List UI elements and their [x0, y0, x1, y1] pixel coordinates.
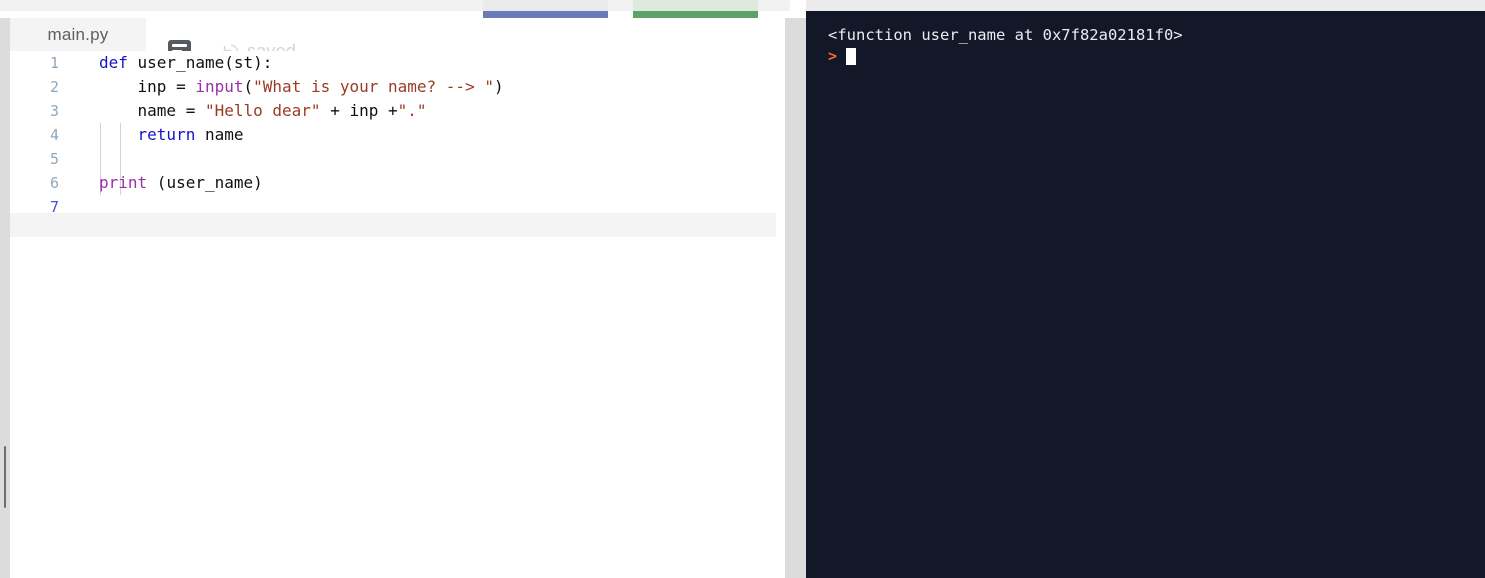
- ide-window: main.py saved 1 def user_name(st): 2: [0, 0, 1485, 578]
- code-token: name: [195, 125, 244, 144]
- code-token: def: [99, 53, 138, 72]
- code-line[interactable]: 2 inp = input("What is your name? --> "): [10, 75, 776, 99]
- code-token: return: [137, 125, 196, 144]
- code-token: input: [195, 77, 244, 96]
- prompt-chevron-icon: >: [828, 47, 838, 65]
- code-token: print: [99, 173, 148, 192]
- line-number: 6: [49, 174, 59, 192]
- left-rail: [0, 18, 10, 578]
- code-token: ".": [397, 101, 427, 120]
- console-pane[interactable]: <function user_name at 0x7f82a02181f0> >: [806, 11, 1485, 578]
- line-number: 1: [49, 54, 59, 72]
- toolbar-gap-a: [608, 0, 633, 11]
- code-line[interactable]: 3 name = "Hello dear" + inp +".": [10, 99, 776, 123]
- code-line[interactable]: 7: [10, 195, 776, 219]
- code-line[interactable]: 6 print (user_name): [10, 171, 776, 195]
- left-resize-handle[interactable]: [4, 446, 6, 508]
- line-number: 7: [49, 198, 59, 216]
- code-line-text: def user_name(st):: [99, 51, 272, 75]
- stop-button-cap: [633, 0, 758, 11]
- console-prompt-row[interactable]: >: [828, 46, 856, 67]
- code-line-text: return name: [99, 123, 244, 147]
- stop-button-bar: [633, 11, 758, 18]
- line-number: 4: [49, 126, 59, 144]
- code-line[interactable]: 4 return name: [10, 123, 776, 147]
- code-token: (user_name): [147, 173, 263, 192]
- console-output-text: <function user_name at 0x7f82a02181f0>: [828, 26, 1183, 44]
- editor-tab-bar: main.py saved: [10, 18, 776, 62]
- code-token: user_name(st):: [137, 53, 273, 72]
- code-line-text: print (user_name): [99, 171, 263, 195]
- run-button-bar: [483, 11, 608, 18]
- code-token: name =: [99, 101, 205, 120]
- run-button-cap: [483, 0, 608, 11]
- run-button[interactable]: [483, 0, 608, 18]
- code-token: "Hello dear": [204, 101, 321, 120]
- format-line-1: [172, 44, 187, 47]
- pane-divider: [785, 18, 806, 578]
- editor-pane: main.py saved 1 def user_name(st): 2: [10, 18, 776, 578]
- code-token: inp =: [99, 77, 196, 96]
- code-surface[interactable]: 1 def user_name(st): 2 inp = input("What i…: [10, 51, 776, 578]
- line-number: 2: [49, 78, 59, 96]
- stop-button[interactable]: [633, 0, 758, 18]
- console-cursor: [846, 48, 856, 65]
- code-token: "What is your name? --> ": [253, 77, 494, 96]
- code-line[interactable]: 1 def user_name(st):: [10, 51, 776, 75]
- code-token: ): [493, 77, 504, 96]
- code-token: + inp +: [320, 101, 398, 120]
- console-top-cap: [806, 0, 1485, 11]
- toolbar-gap-b: [758, 0, 790, 11]
- tab-main-py[interactable]: main.py: [10, 18, 146, 51]
- tab-main-py-label: main.py: [47, 24, 109, 44]
- code-line-text: inp = input("What is your name? --> "): [99, 75, 504, 99]
- code-line[interactable]: 5: [10, 147, 776, 171]
- line-number: 5: [49, 150, 59, 168]
- line-number: 3: [49, 102, 59, 120]
- code-line-text: name = "Hello dear" + inp +".": [99, 99, 427, 123]
- code-lines[interactable]: 1 def user_name(st): 2 inp = input("What i…: [10, 51, 776, 219]
- code-token: (: [243, 77, 254, 96]
